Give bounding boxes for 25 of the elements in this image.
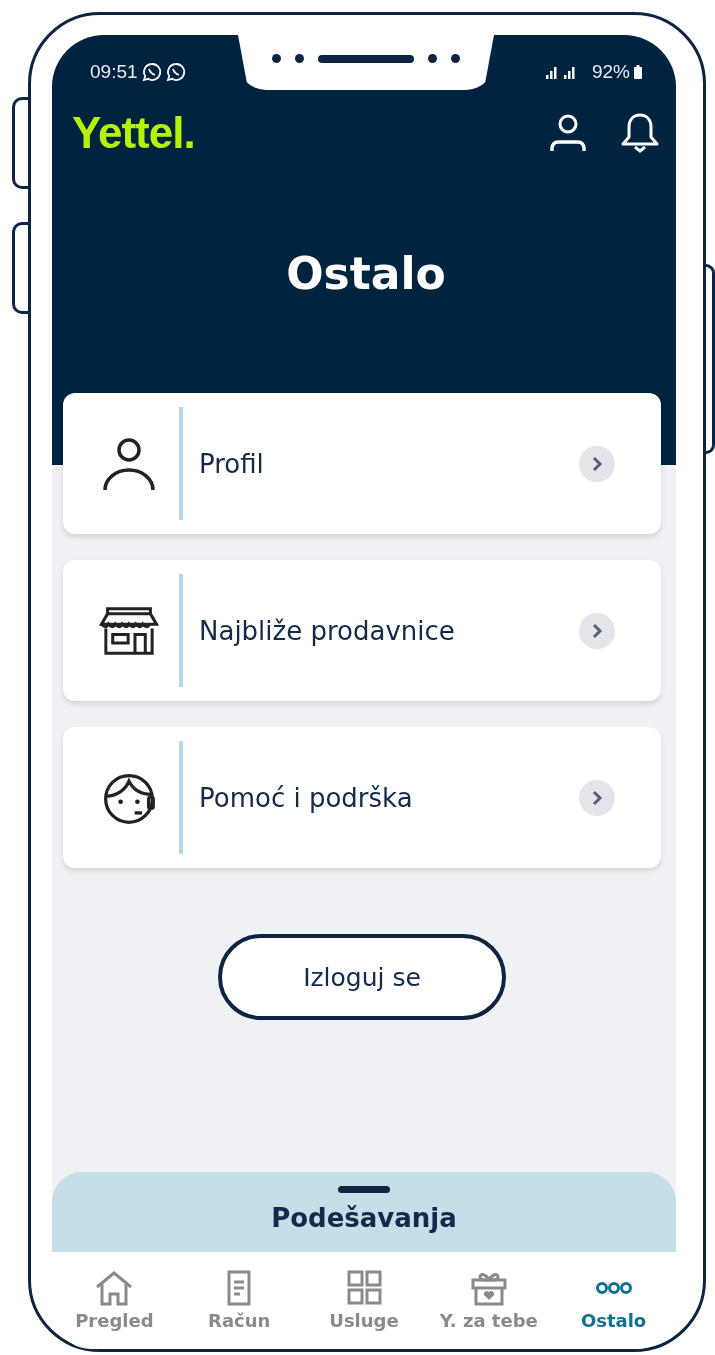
- page-title: Ostalo: [285, 248, 447, 299]
- menu-label: Profil: [199, 448, 265, 479]
- menu-card[interactable]: Profil: [63, 393, 661, 534]
- more-dots-icon: [595, 1282, 632, 1294]
- chevron-right-icon: [579, 779, 615, 816]
- menu-label: Pomoć i podrška: [199, 782, 414, 813]
- nav-tab[interactable]: Ostalo: [551, 1252, 676, 1349]
- battery-percent: 92%: [591, 61, 630, 83]
- user-icon[interactable]: [548, 112, 588, 154]
- menu-label: Najbliže prodavnice: [199, 615, 456, 646]
- home-icon: [94, 1270, 135, 1306]
- menu-card[interactable]: Najbliže prodavnice: [63, 560, 661, 701]
- chat-bubble-icon: [141, 62, 162, 82]
- sheet-title: Podešavanja: [271, 1203, 457, 1233]
- menu-card[interactable]: Pomoć i podrška: [63, 727, 661, 868]
- drag-handle[interactable]: [338, 1186, 390, 1193]
- battery-icon: [634, 65, 642, 79]
- chevron-right-icon: [579, 612, 615, 649]
- logout-button[interactable]: Izloguj se: [218, 934, 506, 1020]
- chevron-right-icon: [579, 445, 615, 482]
- chat-bubble-icon: [165, 62, 186, 82]
- settings-sheet[interactable]: Podešavanja: [52, 1172, 676, 1252]
- status-time: 09:51: [90, 61, 138, 83]
- logo: Yettel.: [72, 108, 195, 158]
- bell-icon[interactable]: [620, 112, 660, 154]
